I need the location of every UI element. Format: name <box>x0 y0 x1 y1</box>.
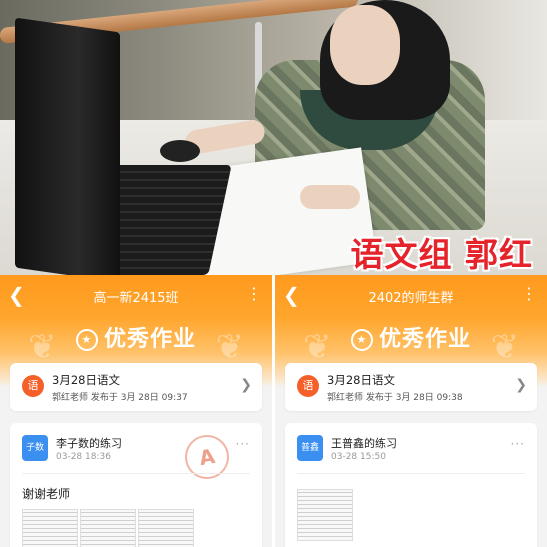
teacher-face <box>330 5 400 85</box>
assignment-title: 3月28日语文 <box>327 373 395 387</box>
homework-post[interactable]: 普鑫 王普鑫的练习 03-28 15:50 ··· <box>285 423 537 547</box>
left-app-panel: ❮ 高一新2415班 ⋮ ❦ ❦ ★ 优秀作业 语 3月28日语文 郭红老师 发布… <box>0 275 272 547</box>
chevron-right-icon: ❯ <box>515 377 527 393</box>
computer-monitor <box>15 17 120 275</box>
banner-badge: ★ 优秀作业 <box>0 321 272 353</box>
assignment-card[interactable]: 语 3月28日语文 郭红老师 发布于 3月 28日 09:38 ❯ <box>285 363 537 411</box>
teacher-hand <box>300 185 360 209</box>
right-app-panel: ❮ 2402的师生群 ⋮ ❦ ❦ ★ 优秀作业 语 3月28日语文 郭红老师 发布… <box>275 275 547 547</box>
post-time: 03-28 18:36 <box>56 452 111 462</box>
page-title: 高一新2415班 <box>93 291 179 306</box>
homework-post[interactable]: 子数 李子数的练习 03-28 18:36 A ··· 谢谢老师 <box>10 423 262 547</box>
assignment-meta: 郭红老师 发布于 3月 28日 09:37 <box>52 393 188 403</box>
page-title: 2402的师生群 <box>368 291 454 306</box>
banner-title: 优秀作业 <box>378 327 471 352</box>
student-avatar: 普鑫 <box>297 435 323 461</box>
subject-chinese-icon: 语 <box>297 375 319 397</box>
header-bar: ❮ 高一新2415班 ⋮ <box>0 275 272 317</box>
more-menu-icon[interactable]: ⋮ <box>246 285 262 303</box>
banner-title: 优秀作业 <box>103 327 196 352</box>
assignment-meta: 郭红老师 发布于 3月 28日 09:38 <box>327 393 463 403</box>
student-avatar: 子数 <box>22 435 48 461</box>
header-bar: ❮ 2402的师生群 ⋮ <box>275 275 547 317</box>
subject-chinese-icon: 语 <box>22 375 44 397</box>
homework-image[interactable] <box>297 489 353 541</box>
post-title: 王普鑫的练习 <box>331 437 397 450</box>
divider <box>22 473 250 474</box>
banner-badge: ★ 优秀作业 <box>275 321 547 353</box>
more-menu-icon[interactable]: ⋮ <box>521 285 537 303</box>
more-options-icon[interactable]: ··· <box>511 437 525 451</box>
homework-image[interactable] <box>22 509 78 547</box>
chevron-right-icon: ❯ <box>240 377 252 393</box>
more-options-icon[interactable]: ··· <box>236 437 250 451</box>
homework-image[interactable] <box>80 509 136 547</box>
assignment-card[interactable]: 语 3月28日语文 郭红老师 发布于 3月 28日 09:37 ❯ <box>10 363 262 411</box>
computer-mouse <box>160 140 200 162</box>
classroom-photo: 语文组 郭红 <box>0 0 547 275</box>
post-time: 03-28 15:50 <box>331 452 386 462</box>
grade-stamp-icon: A <box>181 431 233 483</box>
post-message: 谢谢老师 <box>22 487 71 501</box>
homework-image[interactable] <box>138 509 194 547</box>
medal-icon: ★ <box>350 329 373 351</box>
assignment-title: 3月28日语文 <box>52 373 120 387</box>
photo-caption: 语文组 郭红 <box>350 235 533 274</box>
medal-icon: ★ <box>75 329 98 351</box>
divider <box>297 473 525 474</box>
post-title: 李子数的练习 <box>56 437 122 450</box>
